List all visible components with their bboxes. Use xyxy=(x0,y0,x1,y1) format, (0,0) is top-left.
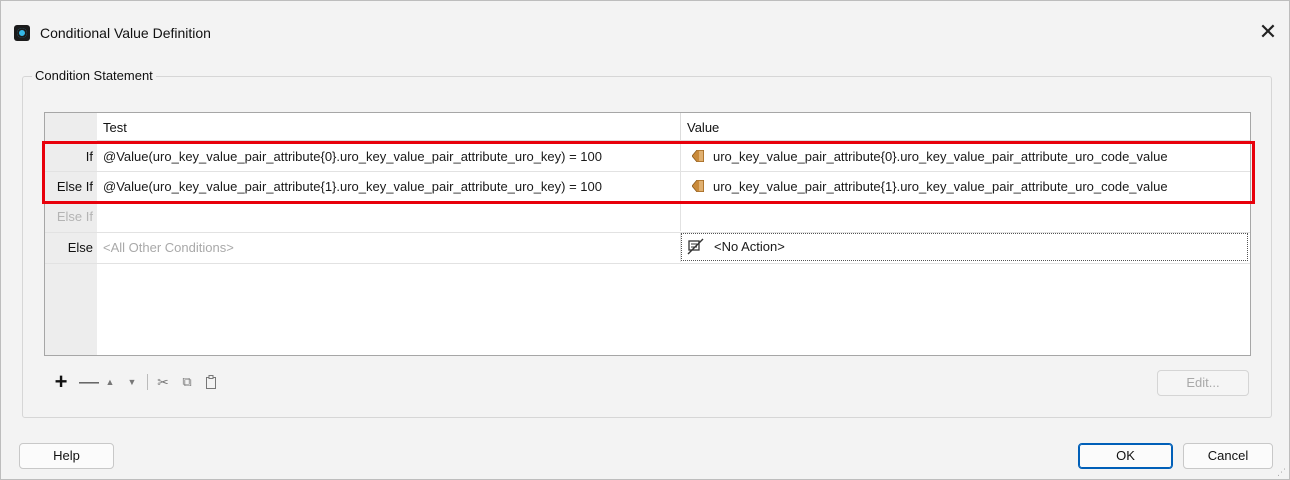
condition-statement-label: Condition Statement xyxy=(32,68,156,83)
move-down-button[interactable]: ▼ xyxy=(125,369,139,395)
attribute-value-icon xyxy=(692,150,704,162)
value-cell-empty[interactable] xyxy=(681,202,1250,231)
value-text: uro_key_value_pair_attribute{0}.uro_key_… xyxy=(713,149,1168,164)
ok-button[interactable]: OK xyxy=(1078,443,1173,469)
title-bar: Conditional Value Definition ✕ xyxy=(1,1,1289,63)
test-cell[interactable]: @Value(uro_key_value_pair_attribute{1}.u… xyxy=(97,172,681,201)
row-divider xyxy=(45,263,1250,264)
row-keyword-else-if-placeholder: Else If xyxy=(56,209,93,224)
no-action-cell[interactable]: <No Action> xyxy=(681,233,1248,261)
condition-table: Test Value If @Value(uro_key_value_pair_… xyxy=(44,112,1251,356)
row-keyword-if: If xyxy=(85,149,93,164)
value-cell[interactable]: uro_key_value_pair_attribute{1}.uro_key_… xyxy=(681,172,1250,201)
paste-button[interactable] xyxy=(203,369,219,395)
help-button[interactable]: Help xyxy=(19,443,114,469)
test-cell[interactable]: @Value(uro_key_value_pair_attribute{0}.u… xyxy=(97,142,681,171)
copy-button[interactable]: ⧉ xyxy=(179,369,195,395)
add-row-button[interactable]: + xyxy=(53,369,69,395)
resize-grip-icon[interactable]: ⋰ xyxy=(1277,467,1287,477)
no-action-text: <No Action> xyxy=(714,239,785,254)
remove-row-button[interactable]: — xyxy=(79,369,99,395)
column-header-value[interactable]: Value xyxy=(681,113,1250,141)
attribute-value-icon xyxy=(692,180,704,192)
value-cell[interactable]: uro_key_value_pair_attribute{0}.uro_key_… xyxy=(681,142,1250,171)
paste-icon xyxy=(206,375,216,389)
cut-button[interactable]: ✂ xyxy=(155,369,171,395)
close-button[interactable]: ✕ xyxy=(1253,17,1283,47)
row-keyword-else: Else xyxy=(67,240,93,255)
edit-button[interactable]: Edit... xyxy=(1157,370,1249,396)
row-keyword-else-if: Else If xyxy=(56,179,93,194)
value-text: uro_key_value_pair_attribute{1}.uro_key_… xyxy=(713,179,1168,194)
move-up-button[interactable]: ▲ xyxy=(103,369,117,395)
cancel-button[interactable]: Cancel xyxy=(1183,443,1273,469)
else-test-cell[interactable]: <All Other Conditions> xyxy=(97,233,681,262)
dialog-title: Conditional Value Definition xyxy=(40,25,211,41)
conditional-value-dialog: Conditional Value Definition ✕ Condition… xyxy=(0,0,1290,480)
test-cell-empty[interactable] xyxy=(97,202,681,231)
toolbar-separator xyxy=(147,374,148,390)
no-action-icon xyxy=(687,238,704,255)
column-header-test[interactable]: Test xyxy=(97,113,681,141)
app-icon xyxy=(14,25,30,41)
